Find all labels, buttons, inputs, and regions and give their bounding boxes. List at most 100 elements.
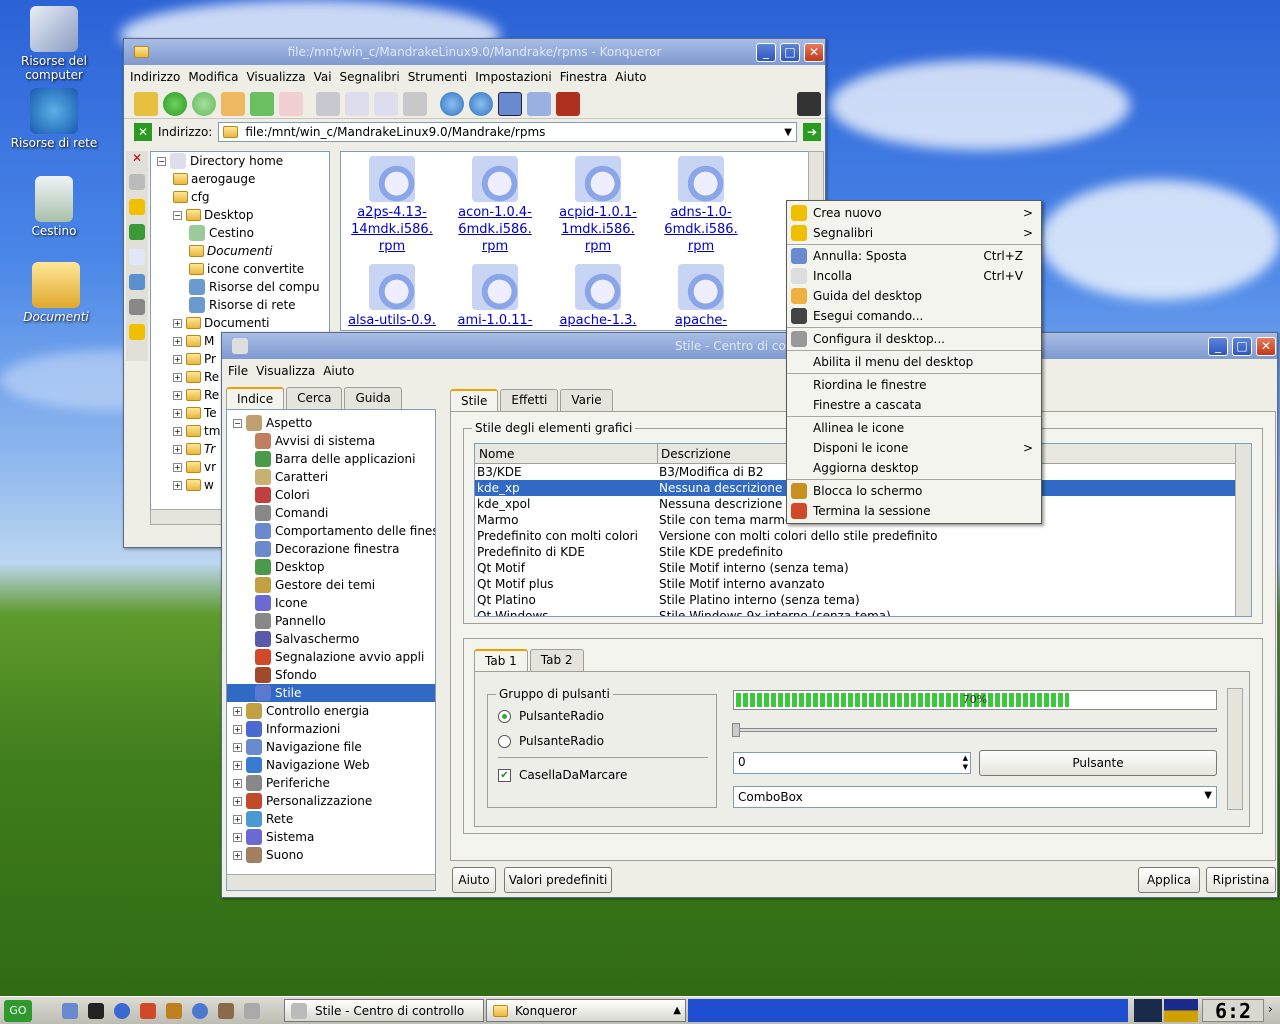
help-button[interactable]: Aiuto xyxy=(452,867,496,893)
expand-icon[interactable]: + xyxy=(233,832,242,842)
desktop-icon-documents[interactable]: Documenti xyxy=(2,262,110,324)
tree-item[interactable]: aerogauge xyxy=(151,170,329,188)
settings-icon[interactable] xyxy=(218,1003,234,1019)
kde-icon[interactable] xyxy=(166,1003,182,1019)
push-button[interactable]: Pulsante xyxy=(979,750,1217,776)
stop-icon[interactable] xyxy=(279,91,303,116)
clock[interactable]: 6:2 xyxy=(1202,999,1264,1022)
module-item[interactable]: Gestore dei temi xyxy=(227,576,435,594)
forward-icon[interactable] xyxy=(192,91,216,116)
file-item[interactable]: apache- xyxy=(652,264,750,329)
module-item[interactable]: Pannello xyxy=(227,612,435,630)
tree-item[interactable]: Documenti xyxy=(151,242,329,260)
context-menu-item[interactable]: Esegui comando... xyxy=(787,306,1041,326)
module-item[interactable]: Decorazione finestra xyxy=(227,540,435,558)
start-button[interactable]: GO xyxy=(4,1000,32,1022)
expand-icon[interactable]: + xyxy=(233,850,242,860)
spin-box[interactable]: 0 ▲ ▼ xyxy=(733,752,971,774)
chevron-right-icon[interactable]: › xyxy=(1268,1002,1273,1016)
expand-icon[interactable]: + xyxy=(173,480,182,490)
icon-view-icon[interactable] xyxy=(498,91,522,116)
expand-icon[interactable]: + xyxy=(173,462,182,472)
back-icon[interactable] xyxy=(163,91,187,116)
file-item[interactable]: acon-1.0.4- 6mdk.i586. rpm xyxy=(446,156,544,255)
tab-cerca[interactable]: Cerca xyxy=(286,387,343,409)
web-browser-icon[interactable] xyxy=(114,1003,130,1019)
devices-icon[interactable] xyxy=(129,299,145,315)
module-item[interactable]: + Periferiche xyxy=(227,774,435,792)
file-item[interactable]: acpid-1.0.1- 1mdk.i586. rpm xyxy=(549,156,647,255)
module-item[interactable]: + Informazioni xyxy=(227,720,435,738)
radio-unchecked-icon[interactable] xyxy=(498,734,511,748)
module-item[interactable]: + Sistema xyxy=(227,828,435,846)
tree-item[interactable]: icone convertite xyxy=(151,260,329,278)
zoom-in-icon[interactable] xyxy=(440,91,464,116)
tree-item[interactable]: cfg xyxy=(151,188,329,206)
go-icon[interactable]: ➔ xyxy=(803,123,821,141)
tab-stile[interactable]: Stile xyxy=(450,389,499,411)
preview-tab[interactable]: Tab 1 xyxy=(474,649,528,671)
close-button[interactable]: ✕ xyxy=(1256,337,1276,356)
module-item[interactable]: + Navigazione Web xyxy=(227,756,435,774)
module-item[interactable]: + Personalizzazione xyxy=(227,792,435,810)
reset-button[interactable]: Ripristina xyxy=(1206,867,1276,893)
home-icon[interactable] xyxy=(129,249,145,265)
module-item[interactable]: Barra delle applicazioni xyxy=(227,450,435,468)
expand-icon[interactable]: − xyxy=(173,210,182,220)
module-item[interactable]: + Navigazione file xyxy=(227,738,435,756)
module-item[interactable]: Segnalazione avvio appli xyxy=(227,648,435,666)
radio-option-2[interactable]: PulsanteRadio xyxy=(498,734,604,748)
up-icon[interactable] xyxy=(134,91,158,116)
tree-item[interactable]: − Directory home xyxy=(151,152,329,170)
gear-icon[interactable] xyxy=(797,91,821,116)
maximize-button[interactable]: □ xyxy=(780,43,800,62)
expand-icon[interactable]: + xyxy=(173,354,182,364)
close-button[interactable]: ✕ xyxy=(804,43,824,62)
print-icon[interactable] xyxy=(403,91,427,116)
expand-icon[interactable]: − xyxy=(233,418,242,428)
maximize-button[interactable]: □ xyxy=(1232,337,1252,356)
preview-tab[interactable]: Tab 2 xyxy=(529,649,584,671)
web-icon[interactable] xyxy=(129,224,145,240)
chevron-up-icon[interactable]: ▲ xyxy=(673,1005,681,1016)
context-menu-item[interactable]: Finestre a cascata xyxy=(787,395,1041,415)
context-menu-item[interactable]: Segnalibri > xyxy=(787,223,1041,243)
module-item[interactable]: Salvaschermo xyxy=(227,630,435,648)
menu-item[interactable]: Modifica xyxy=(188,70,238,84)
module-item[interactable]: Colori xyxy=(227,486,435,504)
history-icon[interactable] xyxy=(129,174,145,190)
task-button-control[interactable]: Stile - Centro di controllo xyxy=(284,999,484,1022)
star-icon[interactable] xyxy=(129,324,145,340)
context-menu-item[interactable]: Aggiorna desktop xyxy=(787,458,1041,478)
checkbox-checked-icon[interactable]: ✔ xyxy=(498,768,511,782)
desktop-icon-network[interactable]: Risorse di rete xyxy=(0,88,108,150)
slider-handle[interactable] xyxy=(732,723,740,737)
zoom-out-icon[interactable] xyxy=(469,91,493,116)
menu-item[interactable]: Impostazioni xyxy=(475,70,551,84)
expand-icon[interactable]: + xyxy=(233,814,242,824)
expand-icon[interactable]: + xyxy=(233,778,242,788)
context-menu-item[interactable]: Riordina le finestre xyxy=(787,375,1041,395)
firewall-icon[interactable] xyxy=(556,91,580,116)
radio-option-1[interactable]: PulsanteRadio xyxy=(498,709,604,723)
context-menu-item[interactable]: Allinea le icone xyxy=(787,418,1041,438)
copy-icon[interactable] xyxy=(345,91,369,116)
expand-icon[interactable]: + xyxy=(173,408,182,418)
expand-icon[interactable]: + xyxy=(173,336,182,346)
context-menu-item[interactable]: Guida del desktop xyxy=(787,286,1041,306)
file-item[interactable]: adns-1.0- 6mdk.i586. rpm xyxy=(652,156,750,255)
desktop-icon[interactable] xyxy=(62,1003,78,1019)
apply-button[interactable]: Applica xyxy=(1138,867,1200,893)
list-view-icon[interactable] xyxy=(527,91,551,116)
table-row[interactable]: Qt Motif plus Stile Motif interno avanzat… xyxy=(475,576,1235,592)
paste-icon[interactable] xyxy=(374,91,398,116)
desktop-icon-trash[interactable]: Cestino xyxy=(0,176,108,238)
module-item[interactable]: + Rete xyxy=(227,810,435,828)
module-item[interactable]: Stile xyxy=(227,684,435,702)
chevron-down-icon[interactable]: ▼ xyxy=(784,127,792,138)
preview-scrollbar[interactable] xyxy=(1227,688,1243,810)
desktop-icon-computer[interactable]: Risorse del computer xyxy=(0,6,108,82)
context-menu-item[interactable]: Abilita il menu del desktop xyxy=(787,352,1041,372)
tab-effetti[interactable]: Effetti xyxy=(500,389,559,411)
close-sidebar-icon[interactable]: ✕ xyxy=(126,151,148,171)
